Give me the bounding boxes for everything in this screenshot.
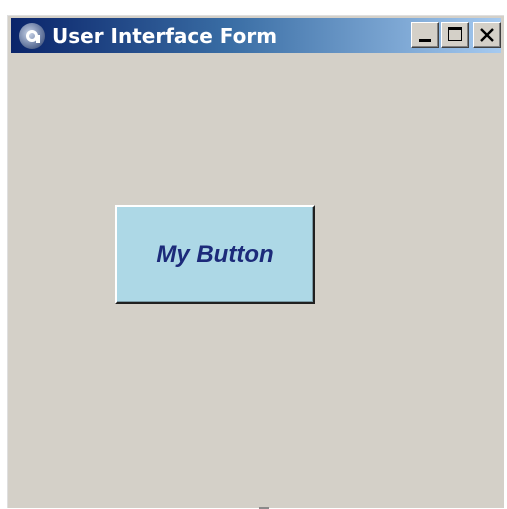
maximize-button[interactable] [441, 22, 469, 48]
close-button[interactable] [473, 22, 501, 48]
my-button[interactable]: My Button [115, 205, 315, 304]
caption-buttons [411, 22, 501, 48]
my-button-label: My Button [156, 240, 274, 268]
app-logo-icon[interactable] [19, 22, 45, 49]
window-title: User Interface Form [52, 23, 278, 48]
maximize-icon [448, 27, 462, 41]
title-bar[interactable]: User Interface Form [11, 18, 501, 53]
form-window: User Interface Form My Button [6, 14, 504, 509]
close-icon [480, 28, 494, 42]
minimize-icon [419, 39, 431, 42]
minimize-button[interactable] [411, 22, 439, 48]
